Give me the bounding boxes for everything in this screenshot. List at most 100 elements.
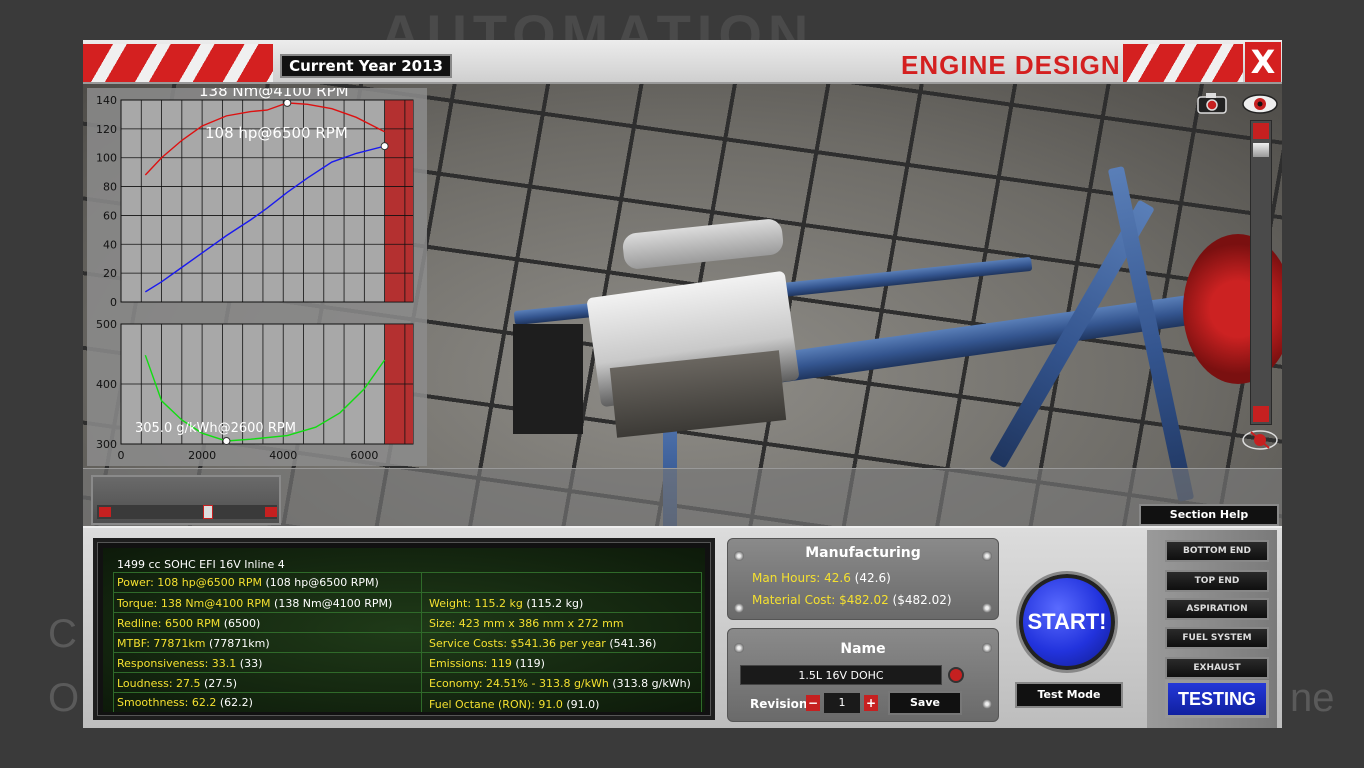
stat-redline: Redline: 6500 RPM (6500) — [117, 617, 261, 630]
annotation-label: 138 Nm@4100 RPM — [199, 88, 349, 100]
section-bottom-end[interactable]: BOTTOM END — [1165, 540, 1269, 562]
title-stripes-left — [83, 44, 273, 82]
scroll-down-arrow[interactable] — [1253, 406, 1269, 422]
background-text-left-2: O — [48, 676, 80, 720]
section-testing[interactable]: TESTING — [1165, 680, 1269, 718]
bolt-icon — [982, 603, 992, 613]
bolt-icon — [982, 699, 992, 709]
section-fuel-system[interactable]: FUEL SYSTEM — [1165, 627, 1269, 649]
material-cost: Material Cost: $482.02 ($482.02) — [752, 593, 952, 607]
annotation-marker — [283, 98, 292, 107]
stat-economy: Economy: 24.51% - 313.8 g/kWh (313.8 g/k… — [429, 677, 691, 690]
exhaust-pipe — [513, 324, 583, 434]
section-nav: BOTTOM END TOP END ASPIRATION FUEL SYSTE… — [1147, 530, 1277, 728]
name-panel: Name 1.5L 16V DOHC Revision − 1 + Save — [727, 628, 999, 722]
scroll-thumb[interactable] — [1253, 143, 1269, 157]
engine-design-window: Current Year 2013 ENGINE DESIGN X 0 20 40 6… — [83, 40, 1282, 728]
start-button[interactable]: START! — [1019, 574, 1115, 670]
revision-value: 1 — [824, 693, 860, 713]
revision-decrement-button[interactable]: − — [806, 695, 820, 711]
eye-icon[interactable] — [1241, 92, 1279, 116]
background-text-left: C — [48, 612, 77, 656]
section-top-end[interactable]: TOP END — [1165, 570, 1269, 592]
grid-line — [113, 612, 701, 613]
y-tick-label: 300 — [96, 438, 117, 451]
y-tick-label: 40 — [103, 238, 117, 251]
stat-service-costs: Service Costs: $541.36 per year (541.36) — [429, 637, 657, 650]
stat-emissions: Emissions: 119 (119) — [429, 657, 545, 670]
name-title: Name — [840, 641, 886, 657]
grid-line — [113, 652, 701, 653]
stat-size: Size: 423 mm x 386 mm x 272 mm — [429, 617, 624, 630]
man-hours: Man Hours: 42.6 (42.6) — [752, 571, 891, 585]
rotate-view-icon[interactable] — [1241, 428, 1279, 452]
view-slider-strip — [83, 468, 1282, 526]
dyno-charts: 0204060801001201403004005005.03.01.0-1.0… — [96, 88, 414, 462]
view-zoom-scrollbar[interactable] — [1250, 120, 1272, 425]
y-tick-label: 80 — [103, 181, 117, 194]
stat-power: Power: 108 hp@6500 RPM (108 hp@6500 RPM) — [117, 576, 379, 589]
manufacturing-title: Manufacturing — [805, 545, 921, 561]
redline-zone — [384, 100, 413, 302]
x-tick-label: 4000 — [269, 449, 297, 462]
y-tick-label: 60 — [103, 209, 117, 222]
camera-icon[interactable] — [1197, 92, 1227, 114]
bottom-panel: 1499 cc SOHC EFI 16V Inline 4 Power: 108… — [83, 526, 1282, 728]
background-logo: AUTOMATION — [380, 3, 815, 40]
background-text-right: ne — [1290, 676, 1335, 720]
slider-track[interactable] — [97, 505, 277, 519]
x-tick-label: 0 — [118, 449, 125, 462]
y-tick-label: 0 — [110, 296, 117, 309]
engine-stats-panel: 1499 cc SOHC EFI 16V Inline 4 Power: 108… — [93, 538, 715, 720]
engine-description: 1499 cc SOHC EFI 16V Inline 4 — [117, 558, 285, 571]
y-tick-label: 100 — [96, 152, 117, 165]
grid-line — [701, 572, 702, 712]
title-bar: Current Year 2013 ENGINE DESIGN X — [83, 40, 1282, 84]
grid-line — [113, 572, 701, 573]
engine-intake — [621, 217, 785, 271]
slider-right-arrow[interactable] — [265, 507, 277, 517]
rename-icon[interactable] — [948, 667, 964, 683]
stat-weight: Weight: 115.2 kg (115.2 kg) — [429, 597, 584, 610]
revision-label: Revision — [750, 697, 808, 711]
scroll-up-arrow[interactable] — [1253, 123, 1269, 139]
title-stripes-right — [1123, 44, 1243, 82]
y-tick-label: 20 — [103, 267, 117, 280]
current-year: Current Year 2013 — [280, 54, 452, 78]
section-help-button[interactable]: Section Help — [1139, 504, 1279, 526]
grid-line — [421, 572, 422, 712]
x-tick-label: 6000 — [350, 449, 378, 462]
annotation-marker — [380, 142, 389, 151]
view-slider[interactable] — [91, 475, 281, 525]
annotation-label: 305.0 g/kWh@2600 RPM — [135, 421, 296, 436]
y-tick-label: 120 — [96, 123, 117, 136]
y-tick-label: 500 — [96, 318, 117, 331]
stat-fuel-octane: Fuel Octane (RON): 91.0 (91.0) — [429, 698, 600, 711]
test-mode-button[interactable]: Test Mode — [1015, 682, 1123, 708]
slider-left-arrow[interactable] — [99, 507, 111, 517]
y-tick-label: 140 — [96, 94, 117, 107]
section-exhaust[interactable]: EXHAUST — [1165, 657, 1269, 679]
section-aspiration[interactable]: ASPIRATION — [1165, 598, 1269, 620]
y-tick-label: 400 — [96, 378, 117, 391]
slider-thumb[interactable] — [203, 505, 213, 519]
dyno-chart-panel: 0204060801001201403004005005.03.01.0-1.0… — [87, 88, 427, 466]
revision-increment-button[interactable]: + — [864, 695, 878, 711]
frame-beam — [772, 294, 1194, 384]
annotation-label: 108 hp@6500 RPM — [205, 124, 348, 142]
engine-name-field[interactable]: 1.5L 16V DOHC — [740, 665, 942, 685]
grid-line — [113, 632, 701, 633]
stats-screen: 1499 cc SOHC EFI 16V Inline 4 Power: 108… — [103, 548, 705, 712]
stat-loudness: Loudness: 27.5 (27.5) — [117, 677, 238, 690]
save-button[interactable]: Save — [888, 691, 962, 715]
stat-torque: Torque: 138 Nm@4100 RPM (138 Nm@4100 RPM… — [117, 597, 393, 610]
annotation-marker — [222, 437, 231, 445]
x-tick-label: 2000 — [188, 449, 216, 462]
stat-mtbf: MTBF: 77871km (77871km) — [117, 637, 270, 650]
grid-line — [113, 692, 701, 693]
grid-line — [113, 592, 701, 593]
close-button[interactable]: X — [1245, 42, 1281, 82]
manufacturing-panel: Manufacturing Man Hours: 42.6 (42.6) Mat… — [727, 538, 999, 620]
page-title: ENGINE DESIGN — [901, 50, 1121, 80]
grid-line — [113, 672, 701, 673]
